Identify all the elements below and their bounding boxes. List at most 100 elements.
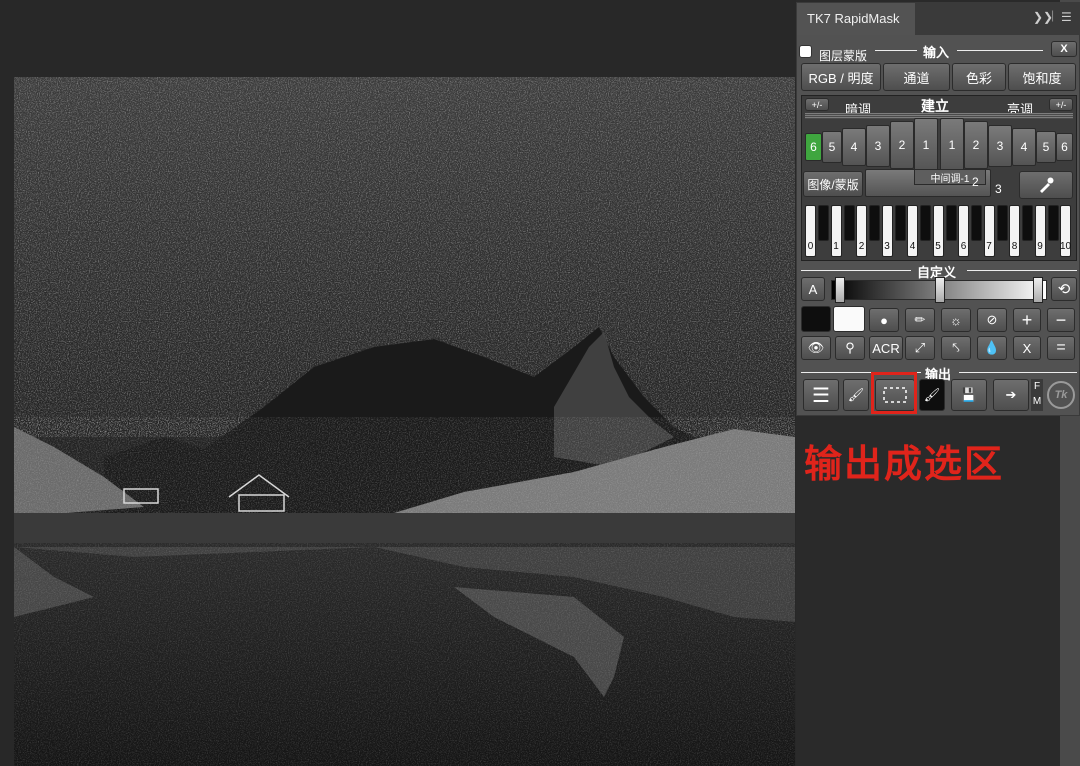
slider-right-handle[interactable]: [1033, 277, 1043, 303]
output-menu-button[interactable]: ☰: [803, 379, 839, 411]
lights-toggle-button[interactable]: +/-: [1049, 98, 1073, 111]
magnify-button[interactable]: ⚲: [835, 336, 865, 360]
color-button[interactable]: 色彩: [952, 63, 1006, 91]
channel-button[interactable]: 通道: [883, 63, 950, 91]
fm-m-label: M: [1032, 396, 1042, 407]
save-button[interactable]: 💾: [951, 379, 987, 411]
eye-button[interactable]: 👁: [801, 336, 831, 360]
rapidmask-panel: TK7 RapidMask ❯❯ | ☰ 图层蒙版 输入 X RGB / 明度 …: [796, 2, 1080, 416]
zone-key-9[interactable]: 9: [1034, 205, 1046, 257]
brightness-button[interactable]: ☼: [941, 308, 971, 332]
apply-output-button[interactable]: ➔: [993, 379, 1029, 411]
expand-icon: ⤢: [914, 340, 926, 355]
reset-icon: ⟲: [1057, 281, 1071, 298]
zone-key-gap-3[interactable]: [894, 205, 906, 241]
close-button[interactable]: X: [1051, 41, 1077, 57]
output-selection-highlight: [871, 372, 917, 414]
slider-left-handle[interactable]: [835, 277, 845, 303]
fm-f-label: F: [1033, 381, 1041, 392]
curves-button[interactable]: ✏: [905, 308, 935, 332]
layer-mask-checkbox[interactable]: [799, 45, 812, 58]
paint-white-button[interactable]: 🖌: [843, 379, 869, 411]
plus-button[interactable]: +: [1013, 308, 1041, 332]
zone-key-gap-1[interactable]: [843, 205, 855, 241]
zone-key-gap-4[interactable]: [920, 205, 931, 241]
saturation-button[interactable]: 饱和度: [1008, 63, 1076, 91]
zone-key-0[interactable]: 0: [805, 205, 816, 257]
zone-key-5[interactable]: 5: [932, 205, 944, 257]
light-zone-5-button[interactable]: 5: [1036, 131, 1056, 163]
separator-icon: |: [1051, 8, 1055, 22]
black-swatch-button[interactable]: [801, 306, 831, 332]
dark-zone-3-button[interactable]: 3: [866, 125, 890, 167]
slider-mid-handle[interactable]: [935, 277, 945, 303]
zone-key-6[interactable]: 6: [958, 205, 969, 257]
no-adjust-button[interactable]: ⊘: [977, 308, 1007, 332]
expand-button[interactable]: ⤢: [905, 336, 935, 360]
zone-key-gap-9[interactable]: [1047, 205, 1059, 241]
equals-button[interactable]: =: [1047, 336, 1075, 360]
zone-key-gap-2[interactable]: [869, 205, 880, 241]
zone-key-2[interactable]: 2: [856, 205, 867, 257]
rgb-luminosity-button[interactable]: RGB / 明度: [801, 63, 881, 91]
custom-rule-right: [967, 270, 1077, 271]
brush-icon: 🖌: [847, 387, 865, 402]
panel-tab[interactable]: TK7 RapidMask: [797, 3, 915, 35]
zone-key-gap-8[interactable]: [1022, 205, 1033, 241]
circle-icon: ●: [880, 312, 888, 328]
drop-icon: 💧: [983, 340, 1001, 355]
minus-button[interactable]: −: [1047, 308, 1075, 332]
zone-key-gap-6[interactable]: [971, 205, 982, 241]
zone-key-8[interactable]: 8: [1009, 205, 1020, 257]
no-adjust-icon: ⊘: [986, 312, 998, 327]
fm-toggle[interactable]: F M: [1031, 379, 1043, 411]
document-workspace: [0, 0, 796, 766]
dark-zone-5-button[interactable]: 5: [822, 131, 842, 163]
zone-key-gap-5[interactable]: [945, 205, 957, 241]
light-zone-4-button[interactable]: 4: [1012, 128, 1036, 166]
brightness-icon: ☼: [950, 312, 962, 328]
light-zone-6-button[interactable]: 6: [1056, 133, 1073, 161]
acr-button[interactable]: ACR: [869, 336, 903, 360]
circle-mask-button[interactable]: ●: [869, 308, 899, 332]
zone-key-3[interactable]: 3: [881, 205, 893, 257]
dark-zone-4-button[interactable]: 4: [842, 128, 866, 166]
light-zone-3-button[interactable]: 3: [988, 125, 1012, 167]
light-zone-2-button[interactable]: 2: [964, 121, 988, 169]
panel-menu-icon[interactable]: ☰: [1061, 10, 1072, 24]
drop-button[interactable]: 💧: [977, 336, 1007, 360]
zone-key-7[interactable]: 7: [983, 205, 995, 257]
light-zone-1-button[interactable]: 1: [940, 118, 964, 172]
magnify-icon: ⚲: [845, 340, 855, 355]
midtone-zone-3-label: 3: [995, 182, 1002, 196]
dark-zone-1-button[interactable]: 1: [914, 118, 938, 172]
minus-icon: −: [1055, 309, 1067, 330]
contract-button[interactable]: ⤣: [941, 336, 971, 360]
tk-logo: Tk: [1047, 381, 1075, 409]
paint-black-button[interactable]: 🖌: [919, 379, 945, 411]
panel-header: TK7 RapidMask ❯❯ | ☰: [797, 3, 1079, 35]
zone-key-10[interactable]: 10: [1060, 205, 1071, 257]
dark-zone-2-button[interactable]: 2: [890, 121, 914, 169]
a-button[interactable]: A: [801, 277, 825, 301]
x-button[interactable]: X: [1013, 336, 1041, 360]
zone-key-4[interactable]: 4: [907, 205, 918, 257]
input-rule-right: [957, 50, 1043, 51]
zone-key-gap-7[interactable]: [996, 205, 1008, 241]
white-swatch-button[interactable]: [833, 306, 865, 332]
zone-key-gap-0[interactable]: [818, 205, 829, 241]
dark-zone-6-button[interactable]: 6: [805, 133, 822, 161]
save-icon: 💾: [960, 387, 978, 402]
brush-black-icon: 🖌: [923, 387, 941, 402]
midtone-zone-2-label: 2: [972, 175, 979, 189]
landscape-luminosity-mask: [14, 77, 795, 766]
panel-title: TK7 RapidMask: [807, 11, 900, 26]
image-canvas[interactable]: [14, 77, 795, 766]
eyedropper-button[interactable]: [1019, 171, 1073, 199]
reset-button[interactable]: ⟲: [1051, 277, 1077, 301]
eye-icon: 👁: [807, 340, 825, 355]
output-rule-right: [959, 372, 1077, 373]
darks-toggle-button[interactable]: +/-: [805, 98, 829, 111]
image-mask-button[interactable]: 图像/蒙版: [803, 171, 863, 197]
zone-key-1[interactable]: 1: [830, 205, 842, 257]
